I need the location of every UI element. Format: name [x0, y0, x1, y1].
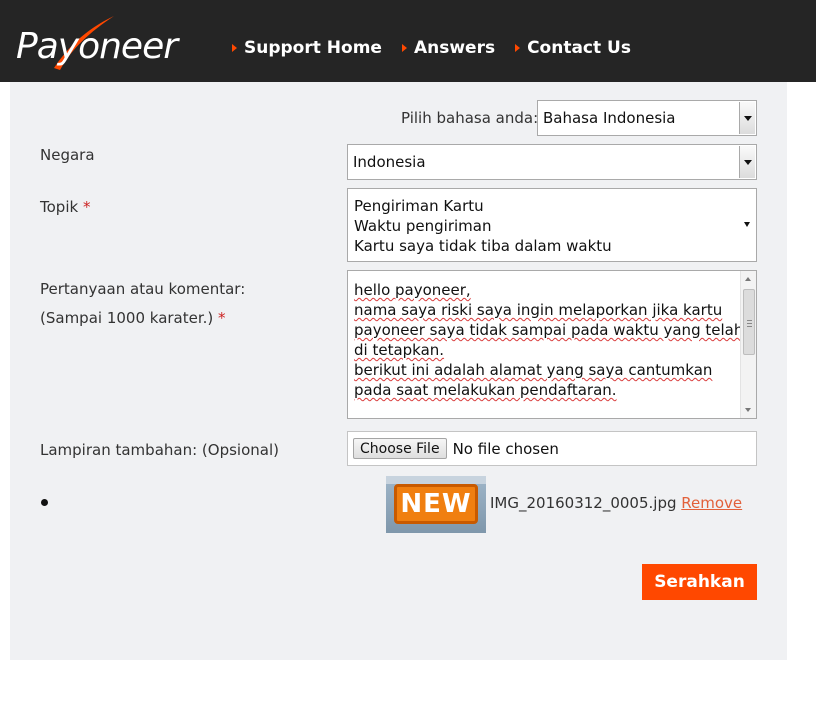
topic-label: Topik *: [40, 198, 90, 216]
language-label: Pilih bahasa anda:: [401, 109, 539, 127]
choose-file-button[interactable]: Choose File: [353, 438, 447, 459]
textarea-line: nama saya riski saya ingin melaporkan ji…: [354, 300, 736, 320]
textarea-line: berikut ini adalah alamat yang saya cant…: [354, 360, 736, 380]
chevron-down-icon: [744, 222, 750, 227]
textarea-line: pada saat melakukan pendaftaran.: [354, 380, 736, 400]
question-sublabel: (Sampai 1000 karater.) *: [40, 309, 226, 327]
chevron-down-icon: [743, 159, 752, 165]
language-value: Bahasa Indonesia: [543, 109, 676, 127]
question-sublabel-text: (Sampai 1000 karater.): [40, 309, 214, 327]
nav-label: Answers: [413, 38, 496, 58]
topic-option[interactable]: Pengiriman Kartu: [354, 196, 750, 216]
remove-link[interactable]: Remove: [681, 494, 742, 512]
country-label: Negara: [40, 146, 95, 164]
textarea-line: payoneer saya tidak sampai pada waktu ya…: [354, 320, 743, 340]
grip-icon: [747, 320, 752, 321]
textarea-line-text: berikut ini adalah alamat yang saya cant…: [354, 361, 713, 379]
top-nav: Support Home Answers Contact Us: [232, 38, 651, 58]
topic-label-text: Topik: [40, 198, 79, 216]
topic-option[interactable]: Waktu pengiriman: [354, 216, 750, 236]
textarea-line: di tetapkan.: [354, 340, 736, 360]
file-input[interactable]: Choose File No file chosen: [347, 431, 757, 466]
nav-support-home[interactable]: Support Home: [232, 38, 382, 58]
payoneer-logo[interactable]: Payoneer: [14, 12, 184, 74]
country-select[interactable]: Indonesia: [347, 144, 757, 180]
question-textarea[interactable]: hello payoneer, nama saya riski saya ing…: [347, 270, 757, 419]
nav-arrow-icon: [401, 44, 407, 52]
required-mark: *: [218, 309, 226, 327]
nav-label: Support Home: [244, 38, 382, 58]
scrollbar-thumb[interactable]: [743, 289, 755, 355]
textarea-line-text: pada saat melakukan pendaftaran.: [354, 381, 617, 399]
dropdown-button[interactable]: [739, 102, 755, 134]
scroll-down-icon[interactable]: [745, 408, 751, 412]
textarea-line-text: hello payoneer,: [354, 281, 471, 299]
thumbnail-text: NEW: [400, 489, 472, 519]
textarea-line: hello payoneer,: [354, 280, 736, 300]
textarea-scrollbar[interactable]: [740, 271, 756, 418]
country-value: Indonesia: [353, 153, 426, 171]
nav-answers[interactable]: Answers: [401, 38, 496, 58]
dropdown-button[interactable]: [739, 146, 755, 178]
attachment-label: Lampiran tambahan: (Opsional): [40, 441, 279, 459]
submit-button[interactable]: Serahkan: [642, 564, 757, 600]
attachment-thumbnail: NEW: [386, 476, 486, 533]
language-select[interactable]: Bahasa Indonesia: [537, 100, 757, 136]
question-label: Pertanyaan atau komentar:: [40, 280, 246, 298]
attachment-filename-row: IMG_20160312_0005.jpg Remove: [490, 494, 742, 512]
required-mark: *: [82, 198, 91, 216]
nav-label: Contact Us: [527, 38, 631, 58]
bullet-icon: [41, 499, 48, 506]
nav-arrow-icon: [232, 44, 237, 52]
textarea-line-text: payoneer saya tidak sampai pada waktu ya…: [354, 321, 744, 339]
textarea-line-text: nama saya riski saya ingin melaporkan ji…: [354, 301, 723, 319]
scroll-up-icon[interactable]: [745, 277, 751, 281]
nav-contact-us[interactable]: Contact Us: [515, 38, 631, 58]
thumbnail-header-strip: [386, 476, 486, 484]
topic-select[interactable]: Pengiriman Kartu Waktu pengiriman Kartu …: [347, 188, 757, 262]
logo-text: Payoneer: [16, 26, 178, 67]
chevron-down-icon: [743, 115, 752, 121]
file-status: No file chosen: [452, 439, 559, 458]
topic-option[interactable]: Kartu saya tidak tiba dalam waktu: [354, 236, 750, 256]
textarea-line-text: di tetapkan.: [354, 341, 445, 359]
nav-arrow-icon: [515, 44, 521, 52]
attachment-filename: IMG_20160312_0005.jpg: [490, 494, 677, 512]
site-header: Payoneer Support Home Answers Contact Us: [0, 0, 816, 82]
new-badge-image: NEW: [394, 484, 478, 524]
